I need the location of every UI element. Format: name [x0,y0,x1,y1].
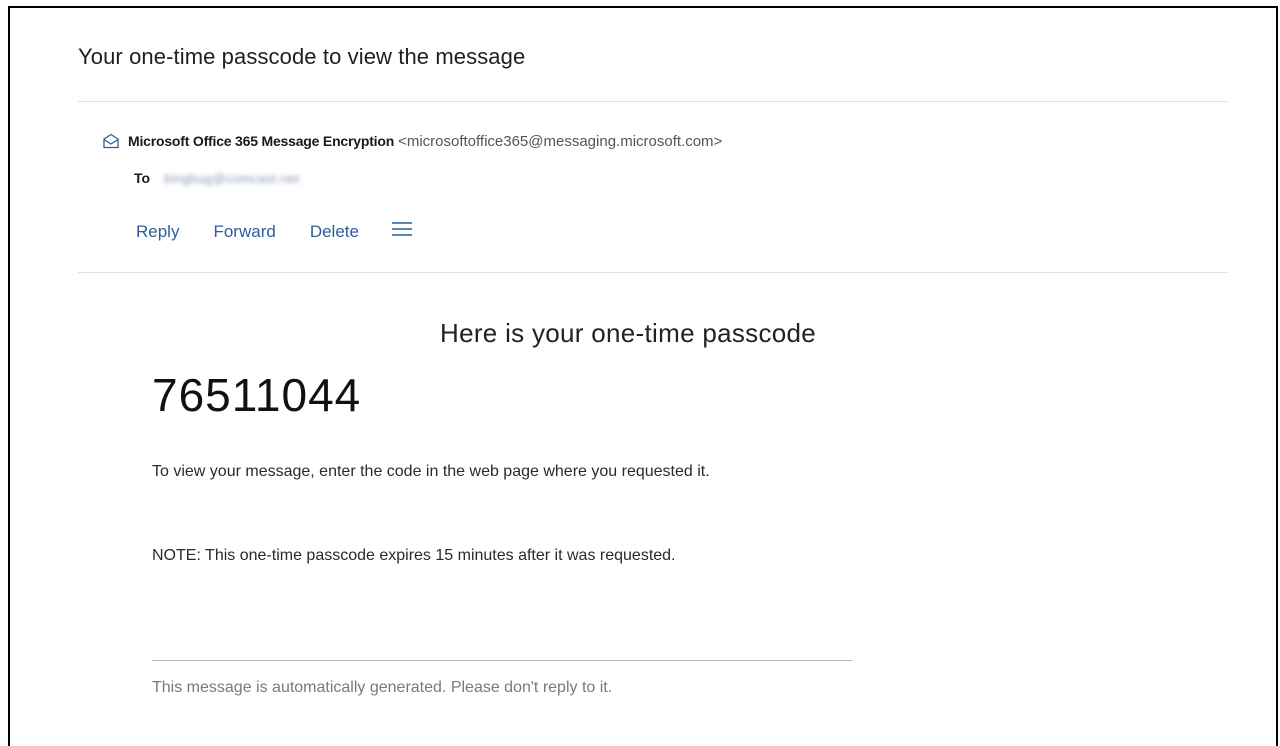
forward-button[interactable]: Forward [213,222,275,242]
footer-divider [152,660,852,661]
reply-button[interactable]: Reply [136,222,179,242]
sender-name: Microsoft Office 365 Message Encryption [128,133,395,149]
delete-button[interactable]: Delete [310,222,359,242]
to-label: To [134,170,151,186]
passcode-value: 76511044 [152,369,362,421]
sender-row: Microsoft Office 365 Message Encryption … [102,132,722,150]
header-divider [78,101,1228,102]
instruction-text: To view your message, enter the code in … [152,463,710,480]
email-subject: Your one-time passcode to view the messa… [78,44,526,69]
recipient-address: bingbug@comcast.net [164,170,300,186]
envelope-open-icon [102,132,120,150]
body-divider [78,272,1228,273]
passcode-heading: Here is your one-time passcode [440,318,817,348]
recipient-row: To bingbug@comcast.net [134,170,299,186]
auto-generated-notice: This message is automatically generated.… [152,679,613,696]
email-window: Your one-time passcode to view the messa… [8,6,1278,746]
sender-email: <microsoftoffice365@messaging.microsoft.… [398,132,723,150]
message-actions: Reply Forward Delete [136,222,413,242]
hamburger-menu-icon[interactable] [391,220,413,238]
expiry-note: NOTE: This one-time passcode expires 15 … [152,547,676,564]
